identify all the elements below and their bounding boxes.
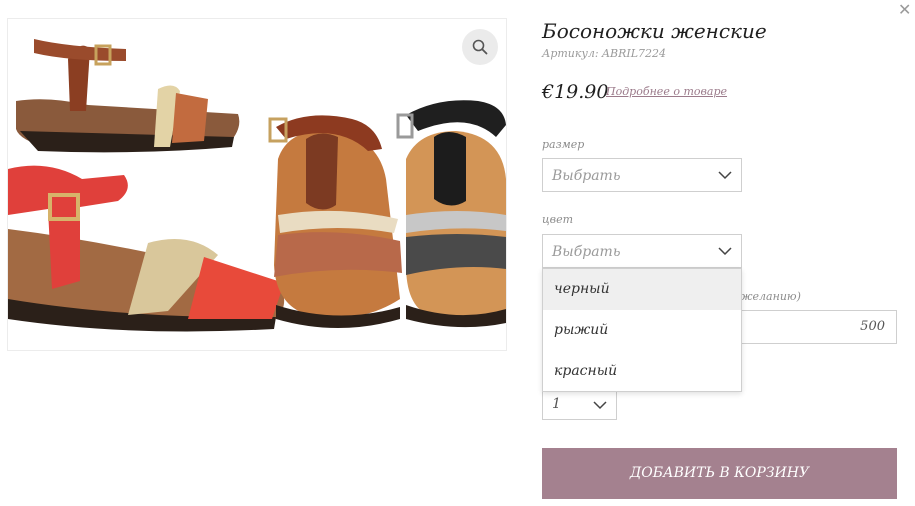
color-option-black[interactable]: черный — [543, 269, 741, 310]
quantity-select[interactable]: 1 — [542, 389, 617, 420]
size-label: размер — [542, 138, 585, 151]
product-sku: Артикул: ABRIL7224 — [542, 47, 666, 60]
color-select[interactable]: Выбрать — [542, 234, 742, 268]
color-label: цвет — [542, 213, 574, 226]
chevron-down-icon — [718, 171, 732, 180]
chevron-down-icon — [718, 247, 732, 256]
size-select[interactable]: Выбрать — [542, 158, 742, 192]
chevron-down-icon — [593, 401, 607, 410]
sandals-illustration — [8, 39, 506, 332]
color-option-ginger[interactable]: рыжий — [543, 310, 741, 351]
quantity-value: 1 — [552, 396, 561, 412]
zoom-button[interactable] — [462, 29, 498, 65]
color-option-red[interactable]: красный — [543, 351, 741, 392]
color-select-value: Выбрать — [552, 244, 621, 260]
close-icon[interactable]: ✕ — [898, 2, 912, 18]
amount-input[interactable]: 500 — [740, 310, 897, 344]
product-price: €19.90 — [542, 81, 609, 103]
product-details-link[interactable]: Подробнее о товаре — [606, 85, 727, 98]
partial-field-label: желанию) — [740, 290, 801, 303]
size-select-value: Выбрать — [552, 168, 621, 184]
magnifier-icon — [472, 39, 488, 55]
color-dropdown-menu: черный рыжий красный — [542, 268, 742, 392]
product-image[interactable] — [7, 18, 507, 351]
amount-input-value: 500 — [860, 319, 885, 334]
product-title: Босоножки женские — [542, 19, 767, 43]
add-to-cart-button[interactable]: ДОБАВИТЬ В КОРЗИНУ — [542, 448, 897, 499]
